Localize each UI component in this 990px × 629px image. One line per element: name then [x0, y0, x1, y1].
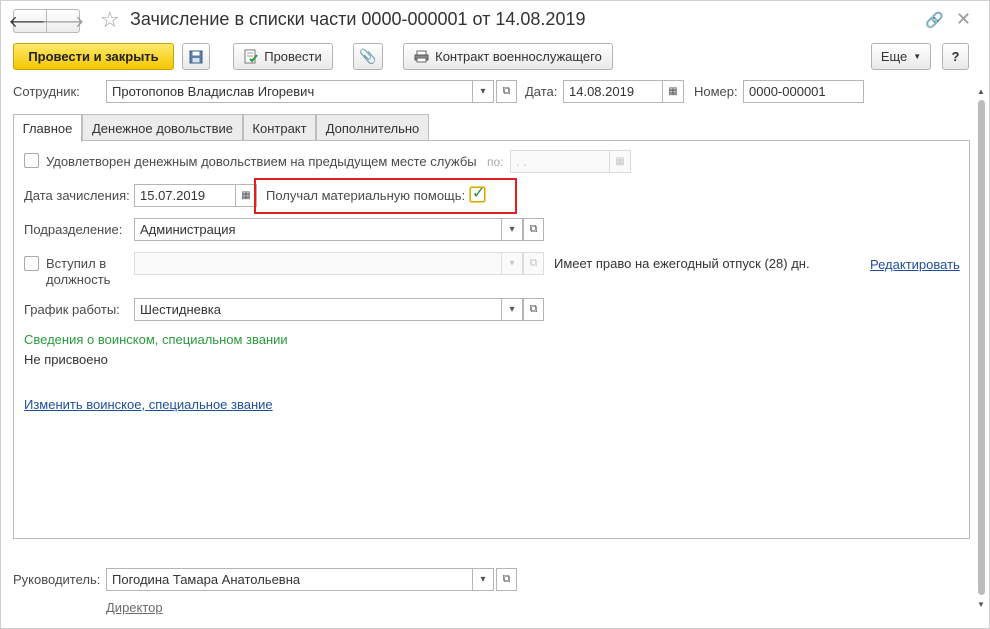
division-dropdown-button[interactable]: ▾ — [502, 218, 523, 241]
schedule-label: График работы: — [24, 302, 120, 317]
more-label: Еще — [880, 49, 908, 64]
open-window-icon: ⧉ — [502, 573, 511, 585]
printer-icon — [414, 50, 429, 63]
enroll-date-field[interactable]: 15.07.2019 — [134, 184, 236, 207]
position-checkbox[interactable] — [24, 256, 39, 271]
tab-allowance-label: Денежное довольствие — [92, 120, 233, 136]
contract-print-button[interactable]: Контракт военнослужащего — [403, 43, 613, 70]
schedule-open-button[interactable]: ⧉ — [523, 298, 544, 321]
star-icon[interactable]: ☆ — [100, 7, 120, 33]
tab-main[interactable]: Главное — [13, 114, 82, 142]
open-window-icon: ⧉ — [529, 223, 538, 235]
post-and-close-button[interactable]: Провести и закрыть — [13, 43, 174, 70]
chevron-down-icon: ▼ — [913, 52, 922, 61]
change-rank-link[interactable]: Изменить воинское, специальное звание — [24, 397, 273, 412]
position-label: Вступил в должность — [46, 256, 111, 287]
help-label: ? — [951, 49, 960, 64]
forward-button[interactable]: 🡒 — [42, 9, 84, 33]
open-window-icon: ⧉ — [529, 257, 538, 269]
schedule-dropdown-button[interactable]: ▾ — [502, 298, 523, 321]
head-field[interactable]: Погодина Тамара Анатольевна — [106, 568, 473, 591]
position-dropdown-button[interactable]: ▾ — [502, 252, 523, 275]
tab-main-label: Главное — [22, 121, 73, 136]
division-field[interactable]: Администрация — [134, 218, 502, 241]
tab-additional[interactable]: Дополнительно — [316, 114, 429, 141]
paperclip-icon: 📎 — [359, 48, 377, 64]
position-open-button[interactable]: ⧉ — [523, 252, 544, 275]
chevron-down-icon: ▾ — [480, 574, 486, 585]
window-title: Зачисление в списки части 0000-000001 от… — [130, 9, 586, 29]
tab-additional-label: Дополнительно — [325, 120, 420, 136]
number-field[interactable]: 0000-000001 — [743, 80, 864, 103]
link-icon[interactable]: 🔗 — [925, 11, 944, 29]
arrow-right-icon: 🡒 — [41, 13, 85, 31]
more-menu-button[interactable]: Еще ▼ — [871, 43, 931, 70]
close-icon[interactable]: ✕ — [956, 9, 971, 30]
schedule-field[interactable]: Шестидневка — [134, 298, 502, 321]
division-open-button[interactable]: ⧉ — [523, 218, 544, 241]
vacation-text: Имеет право на ежегодный отпуск (28) дн. — [554, 256, 810, 271]
chevron-down-icon: ▾ — [509, 304, 515, 315]
satisfied-label: Удовлетворен денежным довольствием на пр… — [46, 154, 477, 169]
checkmark-icon: ✓ — [472, 185, 486, 202]
division-label: Подразделение: — [24, 222, 123, 237]
scroll-down-icon[interactable]: ▼ — [977, 600, 985, 609]
post-document-icon — [244, 49, 259, 64]
employee-dropdown-button[interactable]: ▾ — [473, 80, 494, 103]
material-aid-checkbox[interactable]: ✓ — [470, 185, 485, 202]
calendar-icon: ▦ — [615, 156, 625, 167]
enroll-date-label: Дата зачисления: — [24, 188, 130, 203]
satisfied-checkbox[interactable] — [24, 153, 39, 168]
open-window-icon: ⧉ — [529, 303, 538, 315]
scroll-up-icon[interactable]: ▲ — [977, 87, 985, 96]
chevron-down-icon: ▾ — [509, 258, 515, 269]
edit-vacation-link[interactable]: Редактировать — [870, 257, 960, 272]
military-rank-value: Не присвоено — [24, 352, 108, 367]
open-window-icon: ⧉ — [502, 85, 511, 97]
date-label: Дата: — [525, 84, 558, 99]
head-dropdown-button[interactable]: ▾ — [473, 568, 494, 591]
head-open-button[interactable]: ⧉ — [496, 568, 517, 591]
head-position-link[interactable]: Директор — [106, 600, 163, 615]
tab-allowance[interactable]: Денежное довольствие — [82, 114, 243, 141]
po-date-field[interactable]: . . — [510, 150, 610, 173]
date-calendar-button[interactable]: ▦ — [663, 80, 684, 103]
number-label: Номер: — [694, 84, 738, 99]
attach-button[interactable]: 📎 — [353, 43, 383, 70]
calendar-icon: ▦ — [241, 190, 251, 201]
head-label: Руководитель: — [13, 572, 101, 587]
tab-contract[interactable]: Контракт — [243, 114, 316, 141]
post-and-close-label: Провести и закрыть — [28, 49, 159, 64]
position-field[interactable] — [134, 252, 502, 275]
employee-open-button[interactable]: ⧉ — [496, 80, 517, 103]
chevron-down-icon: ▾ — [509, 224, 515, 235]
calendar-icon: ▦ — [668, 86, 678, 97]
po-calendar-button[interactable]: ▦ — [610, 150, 631, 173]
help-button[interactable]: ? — [942, 43, 969, 70]
scrollbar-thumb[interactable] — [978, 100, 985, 595]
tab-contract-label: Контракт — [252, 120, 307, 136]
date-field[interactable]: 14.08.2019 — [563, 80, 663, 103]
employee-label: Сотрудник: — [13, 84, 80, 99]
military-section-title: Сведения о воинском, специальном звании — [24, 332, 288, 347]
post-label: Провести — [264, 49, 322, 64]
post-button[interactable]: Провести — [233, 43, 333, 70]
material-aid-label: Получал материальную помощь: — [266, 188, 466, 203]
employee-field[interactable]: Протопопов Владислав Игоревич — [106, 80, 473, 103]
save-button[interactable] — [182, 43, 210, 70]
po-label: по: — [487, 155, 504, 169]
chevron-down-icon: ▾ — [480, 86, 486, 97]
save-icon — [189, 50, 203, 63]
contract-print-label: Контракт военнослужащего — [435, 49, 602, 64]
